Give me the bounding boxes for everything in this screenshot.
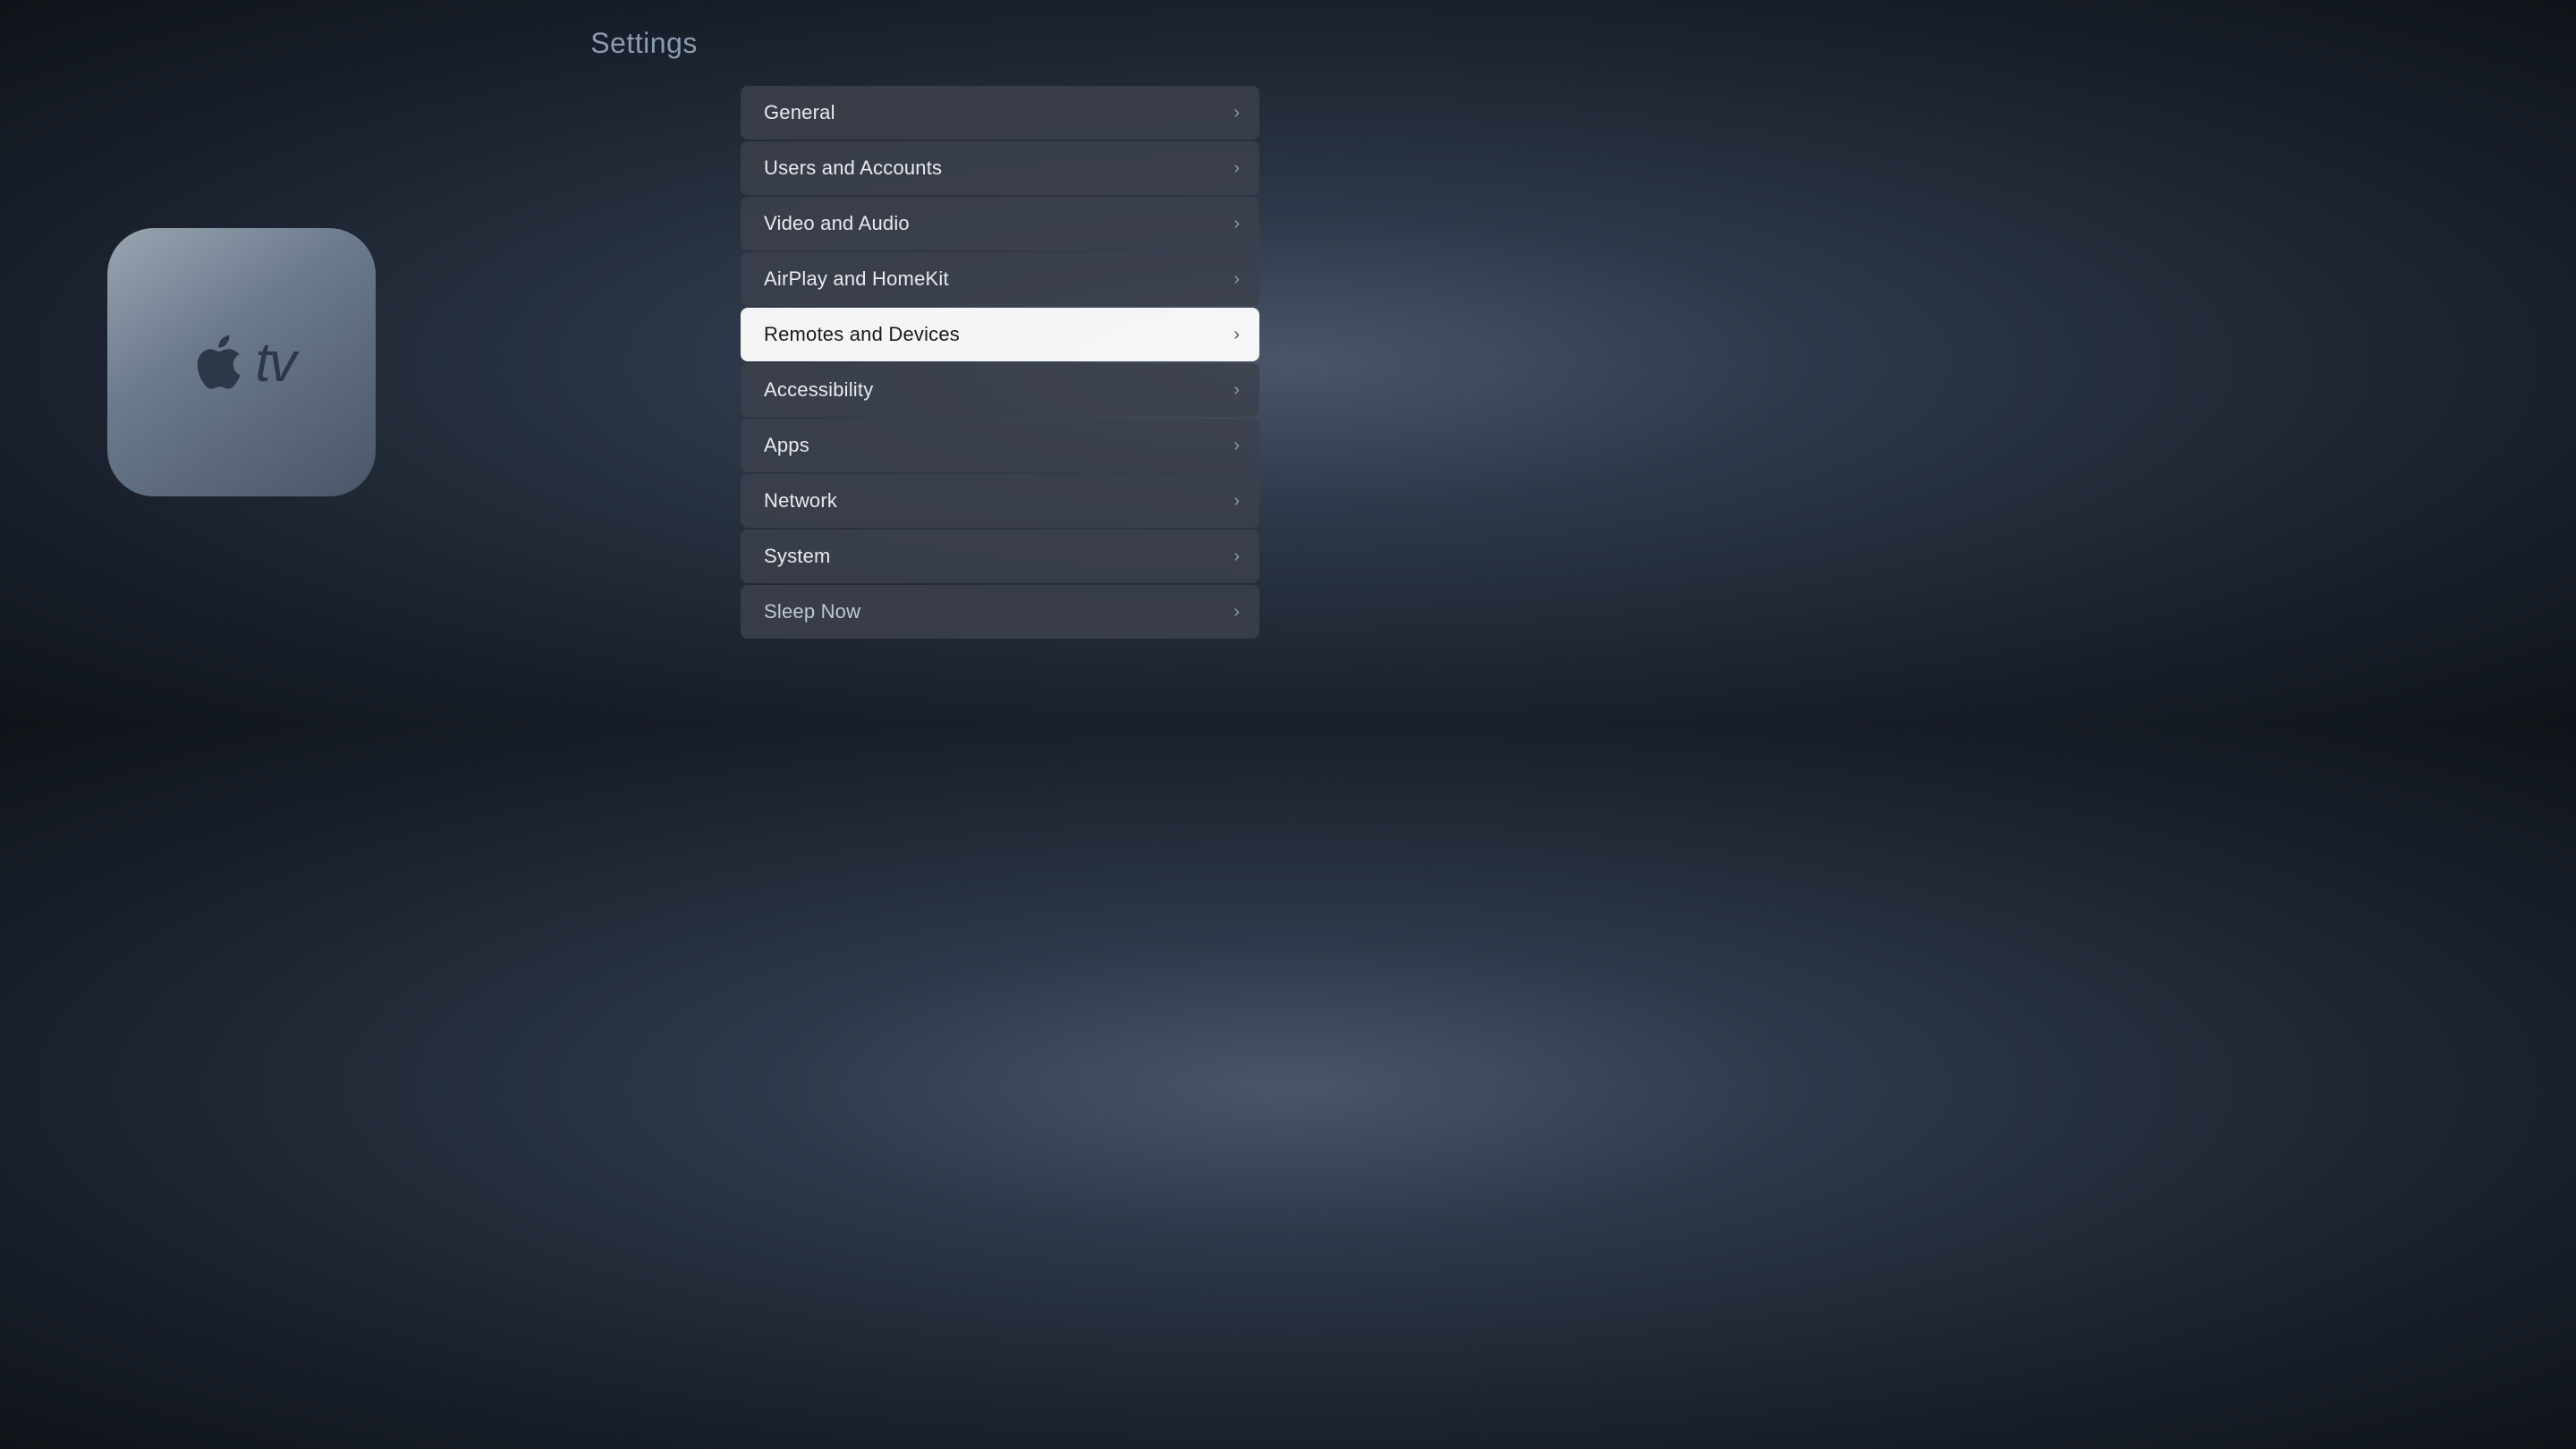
chevron-icon-accessibility: › [1233,380,1240,401]
apple-tv-icon: tv [107,228,376,496]
menu-item-remotes-and-devices[interactable]: Remotes and Devices › [741,308,1259,361]
apple-logo-icon [188,334,246,392]
menu-item-network[interactable]: Network › [741,474,1259,528]
chevron-icon-apps: › [1233,436,1240,456]
menu-item-sleep-now[interactable]: Sleep Now › [741,585,1259,639]
menu-label-video-and-audio: Video and Audio [764,212,910,235]
menu-label-remotes-and-devices: Remotes and Devices [764,323,960,346]
tv-text: tv [255,331,294,394]
page-title: Settings [590,27,698,60]
menu-label-airplay-and-homekit: AirPlay and HomeKit [764,267,949,291]
menu-item-system[interactable]: System › [741,530,1259,583]
settings-menu: General›Users and Accounts›Video and Aud… [741,86,1259,639]
menu-item-accessibility[interactable]: Accessibility › [741,363,1259,417]
menu-label-apps: Apps [764,434,809,457]
chevron-icon-video-and-audio: › [1233,214,1240,234]
menu-item-airplay-and-homekit[interactable]: AirPlay and HomeKit › [741,252,1259,306]
menu-item-general[interactable]: General › [741,86,1259,140]
chevron-icon-sleep-now: › [1233,602,1240,623]
menu-label-accessibility: Accessibility [764,378,873,402]
menu-label-system: System [764,545,831,568]
apple-tv-brand: tv [188,331,294,394]
chevron-icon-remotes-and-devices: › [1233,325,1240,345]
menu-item-apps[interactable]: Apps › [741,419,1259,472]
chevron-icon-network: › [1233,491,1240,512]
chevron-icon-general: › [1233,103,1240,123]
menu-label-general: General [764,101,835,124]
chevron-icon-users-and-accounts: › [1233,158,1240,179]
menu-label-sleep-now: Sleep Now [764,600,860,623]
menu-item-users-and-accounts[interactable]: Users and Accounts › [741,141,1259,195]
chevron-icon-airplay-and-homekit: › [1233,269,1240,290]
chevron-icon-system: › [1233,547,1240,567]
menu-label-users-and-accounts: Users and Accounts [764,157,942,180]
menu-item-video-and-audio[interactable]: Video and Audio › [741,197,1259,250]
menu-label-network: Network [764,489,837,513]
apple-tv-logo-container: tv [107,228,376,496]
